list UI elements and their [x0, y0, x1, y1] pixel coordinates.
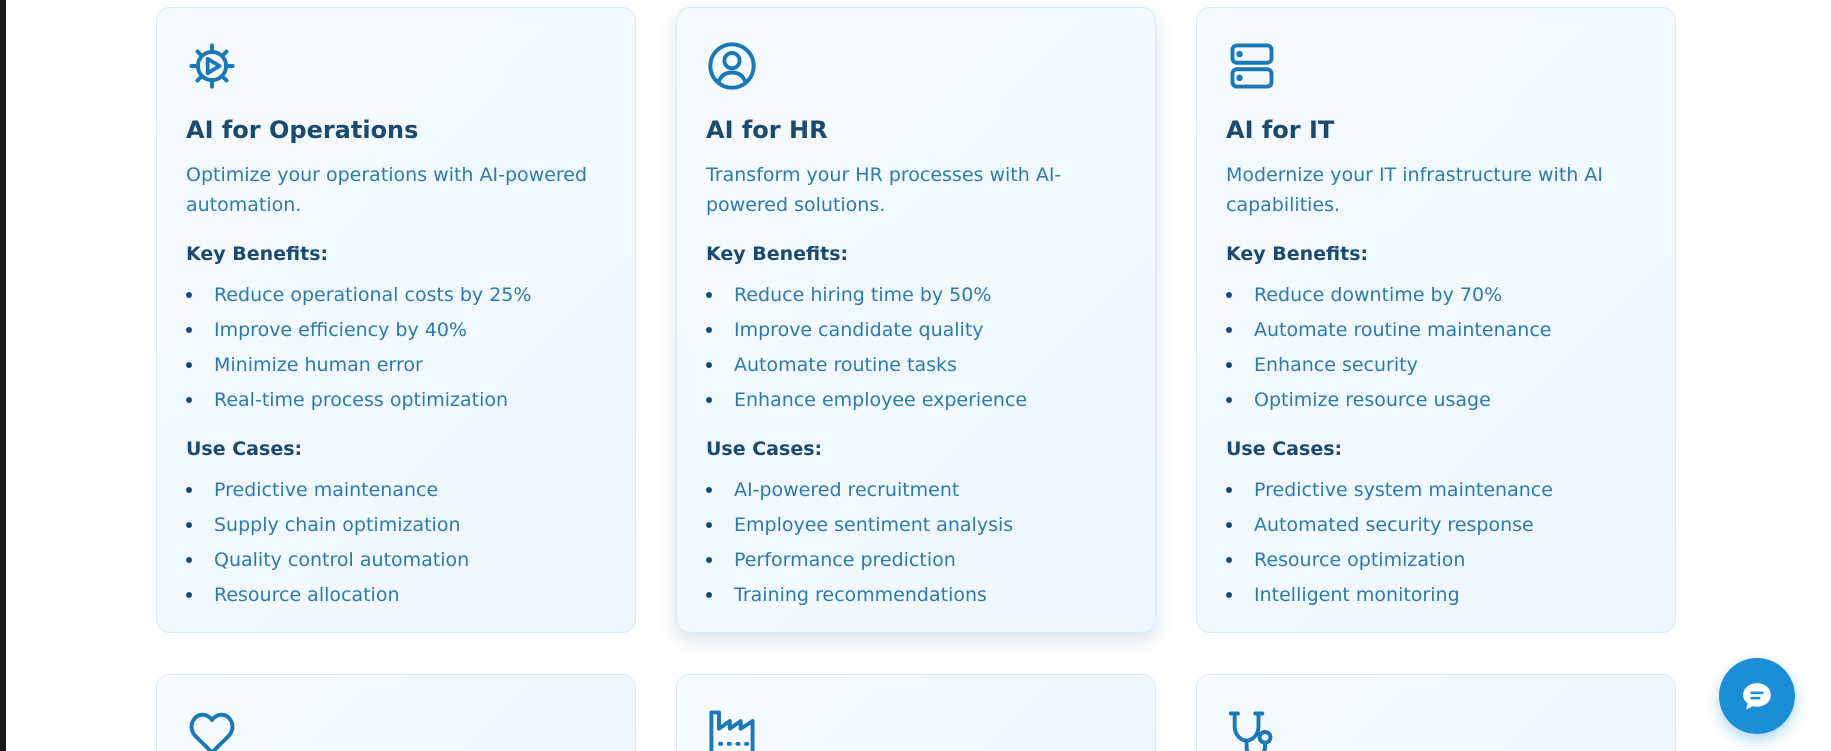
- use-cases-list: Predictive system maintenance Automated …: [1226, 475, 1553, 615]
- solution-card-partial[interactable]: [1196, 674, 1676, 751]
- benefit-item: Optimize resource usage: [1226, 385, 1551, 420]
- benefits-heading: Key Benefits:: [1226, 243, 1369, 265]
- benefits-list: Reduce downtime by 70% Automate routine …: [1226, 280, 1551, 420]
- benefit-item: Reduce downtime by 70%: [1226, 280, 1551, 315]
- benefit-item: Real-time process optimization: [186, 385, 531, 420]
- use-case-item: Predictive maintenance: [186, 475, 469, 510]
- window-edge: [0, 0, 6, 751]
- use-case-item: Supply chain optimization: [186, 510, 469, 545]
- page: AI for Operations Optimize your operatio…: [0, 0, 1831, 751]
- use-case-item: Resource optimization: [1226, 545, 1553, 580]
- user-circle-icon: [706, 40, 758, 92]
- benefit-item: Automate routine maintenance: [1226, 315, 1551, 350]
- use-case-item: Performance prediction: [706, 545, 1013, 580]
- benefits-heading: Key Benefits:: [186, 243, 329, 265]
- use-cases-list: Predictive maintenance Supply chain opti…: [186, 475, 469, 615]
- benefits-list: Reduce hiring time by 50% Improve candid…: [706, 280, 1027, 420]
- chat-button[interactable]: [1719, 658, 1795, 734]
- use-case-item: Automated security response: [1226, 510, 1553, 545]
- solution-card-it[interactable]: AI for IT Modernize your IT infrastructu…: [1196, 7, 1676, 633]
- chat-bubble-icon: [1740, 679, 1774, 713]
- use-case-item: Training recommendations: [706, 580, 1013, 615]
- use-case-item: Intelligent monitoring: [1226, 580, 1553, 615]
- solution-card-hr[interactable]: AI for HR Transform your HR processes wi…: [676, 7, 1156, 633]
- benefits-heading: Key Benefits:: [706, 243, 849, 265]
- stethoscope-icon: [1226, 707, 1278, 751]
- benefit-item: Enhance security: [1226, 350, 1551, 385]
- solution-card-partial[interactable]: [156, 674, 636, 751]
- use-cases-heading: Use Cases:: [706, 438, 823, 460]
- factory-icon: [706, 707, 758, 751]
- use-cases-heading: Use Cases:: [186, 438, 303, 460]
- benefit-item: Reduce operational costs by 25%: [186, 280, 531, 315]
- benefit-item: Enhance employee experience: [706, 385, 1027, 420]
- benefits-list: Reduce operational costs by 25% Improve …: [186, 280, 531, 420]
- gear-play-icon: [186, 40, 238, 92]
- use-case-item: AI-powered recruitment: [706, 475, 1013, 510]
- solution-card-operations[interactable]: AI for Operations Optimize your operatio…: [156, 7, 636, 633]
- benefit-item: Improve efficiency by 40%: [186, 315, 531, 350]
- use-case-item: Resource allocation: [186, 580, 469, 615]
- benefit-item: Reduce hiring time by 50%: [706, 280, 1027, 315]
- server-icon: [1226, 40, 1278, 92]
- heart-icon: [186, 707, 238, 751]
- use-cases-heading: Use Cases:: [1226, 438, 1343, 460]
- card-description: Modernize your IT infrastructure with AI…: [1226, 164, 1603, 216]
- card-title: AI for HR: [706, 116, 828, 144]
- use-case-item: Predictive system maintenance: [1226, 475, 1553, 510]
- card-title: AI for IT: [1226, 116, 1335, 144]
- use-case-item: Quality control automation: [186, 545, 469, 580]
- benefit-item: Improve candidate quality: [706, 315, 1027, 350]
- card-description: Optimize your operations with AI-powered…: [186, 164, 588, 216]
- benefit-item: Minimize human error: [186, 350, 531, 385]
- card-title: AI for Operations: [186, 116, 419, 144]
- card-description: Transform your HR processes with AI-powe…: [706, 164, 1062, 216]
- benefit-item: Automate routine tasks: [706, 350, 1027, 385]
- solution-card-partial[interactable]: [676, 674, 1156, 751]
- use-case-item: Employee sentiment analysis: [706, 510, 1013, 545]
- use-cases-list: AI-powered recruitment Employee sentimen…: [706, 475, 1013, 615]
